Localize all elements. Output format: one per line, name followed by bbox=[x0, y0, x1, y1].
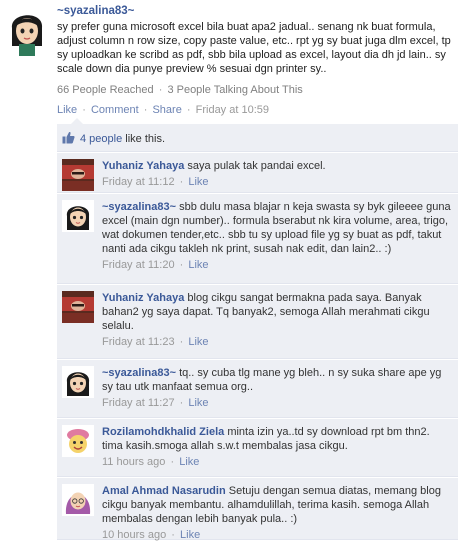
comment-author[interactable]: ~syazalina83~ bbox=[102, 201, 176, 213]
cartoon-girl-icon[interactable] bbox=[62, 366, 94, 398]
comment-like-button[interactable]: Like bbox=[188, 397, 208, 409]
comment-item: Yuhaniz Yahaya blog cikgu sangat bermakn… bbox=[57, 285, 458, 359]
comment-timestamp[interactable]: Friday at 11:20 bbox=[102, 259, 175, 271]
comment-author[interactable]: Amal Ahmad Nasarudin bbox=[102, 485, 226, 497]
thumbs-up-icon bbox=[62, 131, 75, 147]
like-button[interactable]: Like bbox=[57, 104, 77, 116]
comment-author[interactable]: Yuhaniz Yahaya bbox=[102, 160, 184, 172]
comment-timestamp[interactable]: 11 hours ago bbox=[102, 456, 165, 468]
likes-suffix: like this. bbox=[125, 133, 166, 145]
post-stats: 66 People Reached · 3 People Talking Abo… bbox=[57, 84, 303, 96]
comment-like-button[interactable]: Like bbox=[180, 529, 200, 541]
woman-red-scarf-icon[interactable] bbox=[62, 291, 94, 323]
comments-section: 4 people like this. Yuhaniz Yahaya saya … bbox=[57, 118, 458, 541]
comment-item: ~syazalina83~ tq.. sy cuba tlg mane yg b… bbox=[57, 360, 458, 418]
comment-item: Yuhaniz Yahaya saya pulak tak pandai exc… bbox=[57, 153, 458, 193]
cartoon-hijab-girl-icon[interactable] bbox=[62, 484, 94, 516]
post-author[interactable]: ~syazalina83~ bbox=[57, 5, 462, 17]
comment-text: saya pulak tak pandai excel. bbox=[187, 160, 326, 172]
comment-author[interactable]: ~syazalina83~ bbox=[102, 367, 176, 379]
comment-like-button[interactable]: Like bbox=[188, 176, 208, 188]
cartoon-girl-icon[interactable] bbox=[62, 200, 94, 232]
likes-count-link[interactable]: 4 people bbox=[80, 133, 122, 145]
comment-like-button[interactable]: Like bbox=[179, 456, 199, 468]
comment-timestamp[interactable]: 10 hours ago bbox=[102, 529, 166, 541]
post-actions: Like · Comment · Share · Friday at 10:59 bbox=[57, 104, 269, 116]
comment-button[interactable]: Comment bbox=[91, 104, 139, 116]
comment-timestamp[interactable]: Friday at 11:23 bbox=[102, 336, 175, 348]
cartoon-smiley-icon[interactable] bbox=[62, 425, 94, 457]
cartoon-girl-icon[interactable] bbox=[6, 6, 48, 56]
comment-item: ~syazalina83~ sbb dulu masa blajar n kej… bbox=[57, 194, 458, 284]
comment-timestamp[interactable]: Friday at 11:12 bbox=[102, 176, 175, 188]
post-text: sy prefer guna microsoft excel bila buat… bbox=[57, 21, 451, 75]
comment-like-button[interactable]: Like bbox=[188, 259, 208, 271]
people-talking[interactable]: 3 People Talking About This bbox=[167, 84, 302, 96]
woman-red-scarf-icon[interactable] bbox=[62, 159, 94, 191]
comment-author[interactable]: Rozilamohdkhalid Ziela bbox=[102, 426, 224, 438]
likes-row: 4 people like this. bbox=[57, 124, 458, 152]
post-timestamp[interactable]: Friday at 10:59 bbox=[196, 104, 269, 116]
comment-item: Rozilamohdkhalid Ziela minta izin ya..td… bbox=[57, 419, 458, 477]
comment-author[interactable]: Yuhaniz Yahaya bbox=[102, 292, 184, 304]
comment-item: Amal Ahmad Nasarudin Setuju dengan semua… bbox=[57, 478, 458, 541]
people-reached[interactable]: 66 People Reached bbox=[57, 84, 154, 96]
comment-like-button[interactable]: Like bbox=[188, 336, 208, 348]
share-button[interactable]: Share bbox=[152, 104, 181, 116]
comment-timestamp[interactable]: Friday at 11:27 bbox=[102, 397, 175, 409]
